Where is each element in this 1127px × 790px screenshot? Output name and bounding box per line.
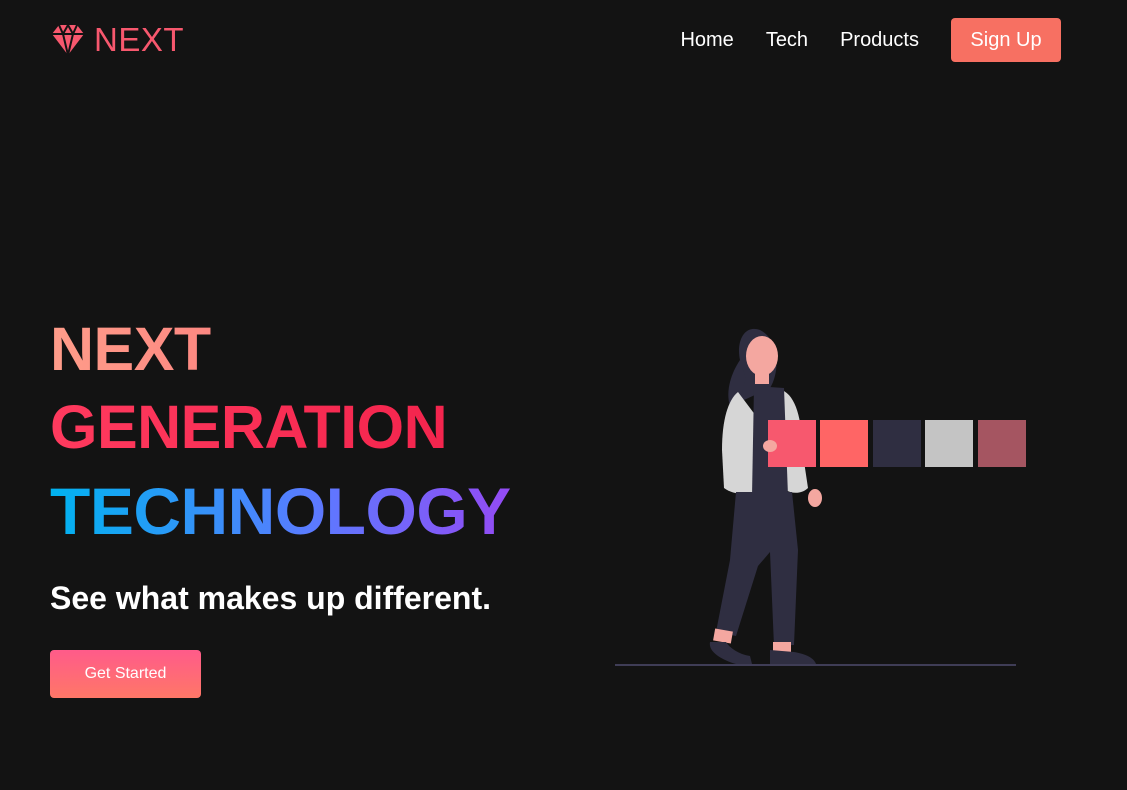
hero-heading-next: NEXT [50, 310, 570, 388]
navbar: NEXT Home Tech Products Sign Up [0, 0, 1127, 80]
logo-link[interactable]: NEXT [50, 22, 184, 58]
nav-link-products[interactable]: Products [840, 18, 919, 62]
nav-link-tech[interactable]: Tech [766, 18, 808, 62]
signup-button[interactable]: Sign Up [951, 18, 1061, 62]
logo-text: NEXT [94, 21, 185, 58]
nav-link-home[interactable]: Home [680, 18, 733, 62]
hero-heading-generation: GENERATION [50, 388, 570, 466]
page: NEXT Home Tech Products Sign Up NEXT GEN… [0, 0, 1127, 790]
diamond-icon [50, 22, 86, 57]
nav-menu: Home Tech Products Sign Up [680, 18, 1061, 62]
hero-heading-technology: TECHNOLOGY [50, 466, 570, 556]
hero-illustration [612, 320, 1032, 672]
hero-subheading: See what makes up different. [50, 580, 492, 616]
hero-section: NEXT GENERATION TECHNOLOGY See what make… [50, 310, 570, 698]
get-started-button[interactable]: Get Started [50, 650, 201, 698]
